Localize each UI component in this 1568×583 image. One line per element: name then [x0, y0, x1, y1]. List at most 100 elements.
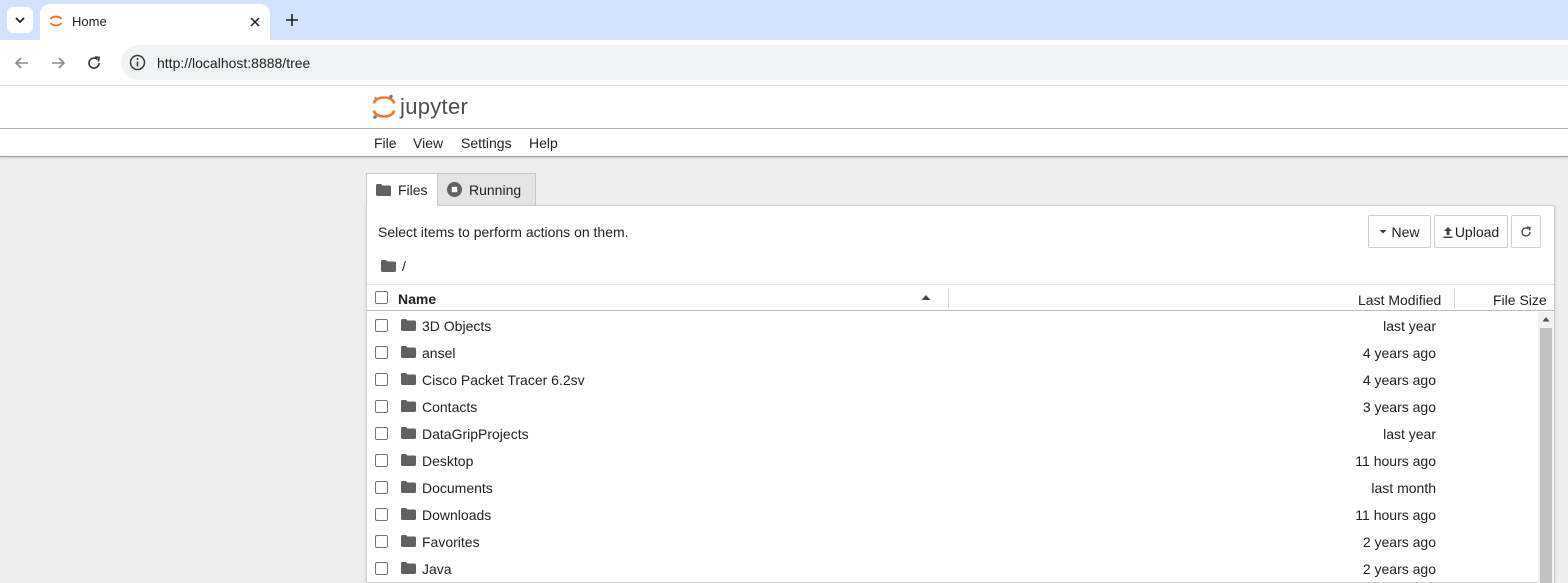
folder-icon	[401, 400, 416, 412]
folder-icon	[401, 373, 416, 385]
select-all-checkbox[interactable]	[375, 291, 388, 304]
address-bar[interactable]: http://localhost:8888/tree	[121, 45, 1568, 80]
file-name[interactable]: Documents	[422, 480, 493, 496]
info-icon[interactable]	[129, 54, 146, 71]
file-modified: 11 hours ago	[1355, 507, 1436, 523]
back-button[interactable]	[10, 51, 34, 75]
file-modified: last year	[1383, 318, 1436, 334]
file-name[interactable]: Downloads	[422, 507, 491, 523]
url-text: http://localhost:8888/tree	[157, 55, 311, 71]
folder-icon	[401, 562, 416, 574]
browser-tabstrip: Home	[0, 0, 1568, 40]
jupyter-favicon-icon	[49, 15, 63, 27]
folder-icon	[401, 427, 416, 439]
tab-title: Home	[72, 14, 107, 29]
column-file-size[interactable]: File Size	[1493, 292, 1547, 308]
plus-icon	[286, 14, 298, 26]
arrow-left-icon	[14, 57, 28, 69]
upload-icon	[1443, 226, 1453, 238]
file-modified: last year	[1383, 426, 1436, 442]
menu-help[interactable]: Help	[529, 135, 558, 151]
menubar: File View Settings Help	[0, 129, 1568, 157]
jupyter-header: jupyter	[0, 86, 1568, 129]
tab-files-label: Files	[398, 182, 428, 198]
column-divider[interactable]	[1454, 288, 1455, 308]
file-row[interactable]: Desktop 11 hours ago	[367, 447, 1537, 474]
file-name[interactable]: Desktop	[422, 453, 473, 469]
folder-icon	[401, 481, 416, 493]
jupyter-logo-icon	[372, 94, 396, 119]
column-name[interactable]: Name	[398, 291, 436, 307]
sort-up-icon[interactable]	[921, 294, 931, 301]
caret-down-icon	[1379, 229, 1387, 233]
folder-icon	[401, 535, 416, 547]
file-row[interactable]: Contacts 3 years ago	[367, 393, 1537, 420]
refresh-icon	[1521, 225, 1531, 237]
file-modified: 4 years ago	[1362, 372, 1436, 388]
new-button-label: New	[1391, 223, 1420, 240]
file-row[interactable]: 3D Objects last year	[367, 312, 1537, 339]
tab-close-button[interactable]	[246, 13, 264, 31]
table-header: Name Last Modified File Size	[367, 284, 1554, 311]
row-checkbox[interactable]	[375, 346, 388, 359]
file-name[interactable]: Favorites	[422, 534, 480, 550]
chevron-down-icon	[15, 17, 25, 24]
refresh-button[interactable]	[1511, 215, 1541, 248]
new-tab-button[interactable]	[281, 9, 303, 31]
file-modified: 11 hours ago	[1355, 453, 1436, 469]
folder-icon	[401, 508, 416, 520]
file-row[interactable]: DataGripProjects last year	[367, 420, 1537, 447]
row-checkbox[interactable]	[375, 454, 388, 467]
stop-circle-icon	[447, 182, 462, 197]
row-checkbox[interactable]	[375, 562, 388, 575]
row-checkbox[interactable]	[375, 535, 388, 548]
folder-icon[interactable]	[381, 260, 396, 272]
row-checkbox[interactable]	[375, 508, 388, 521]
file-modified: last month	[1371, 480, 1436, 496]
row-checkbox[interactable]	[375, 400, 388, 413]
file-row[interactable]: Downloads 11 hours ago	[367, 501, 1537, 528]
row-checkbox[interactable]	[375, 319, 388, 332]
scrollbar-thumb[interactable]	[1540, 328, 1552, 583]
file-row[interactable]: Documents last month	[367, 474, 1537, 501]
file-name[interactable]: Cisco Packet Tracer 6.2sv	[422, 372, 585, 388]
breadcrumb-root[interactable]: /	[402, 258, 406, 274]
file-row[interactable]: Java 2 years ago	[367, 555, 1537, 582]
tab-files[interactable]: Files	[366, 173, 438, 206]
reload-button[interactable]	[82, 51, 106, 75]
tab-running[interactable]: Running	[437, 173, 536, 205]
file-name[interactable]: ansel	[422, 345, 455, 361]
file-row[interactable]: Favorites 2 years ago	[367, 528, 1537, 555]
forward-button[interactable]	[46, 51, 70, 75]
file-row[interactable]: ansel 4 years ago	[367, 339, 1537, 366]
file-browser-panel: Select items to perform actions on them.…	[366, 205, 1555, 583]
close-icon	[250, 17, 260, 27]
row-checkbox[interactable]	[375, 481, 388, 494]
arrow-right-icon	[52, 57, 66, 69]
browser-tab-home[interactable]: Home	[40, 4, 270, 40]
column-divider[interactable]	[948, 288, 949, 308]
vertical-scrollbar[interactable]	[1538, 312, 1554, 583]
menu-settings[interactable]: Settings	[461, 135, 512, 151]
file-name[interactable]: DataGripProjects	[422, 426, 529, 442]
menu-view[interactable]: View	[413, 135, 443, 151]
row-checkbox[interactable]	[375, 427, 388, 440]
tab-running-label: Running	[469, 181, 522, 198]
jupyter-logo[interactable]: jupyter	[372, 94, 468, 120]
column-last-modified[interactable]: Last Modified	[1358, 292, 1441, 308]
file-modified: 3 years ago	[1362, 399, 1436, 415]
file-name[interactable]: Contacts	[422, 399, 477, 415]
row-checkbox[interactable]	[375, 373, 388, 386]
breadcrumb: /	[381, 258, 406, 274]
file-name[interactable]: Java	[422, 561, 452, 577]
tab-search-button[interactable]	[7, 7, 33, 33]
upload-button[interactable]: Upload	[1434, 215, 1508, 248]
browser-toolbar: http://localhost:8888/tree	[0, 40, 1568, 86]
menu-file[interactable]: File	[374, 135, 397, 151]
new-button[interactable]: New	[1368, 215, 1431, 248]
folder-icon	[401, 346, 416, 358]
upload-button-label: Upload	[1454, 223, 1500, 240]
scroll-up-arrow-icon[interactable]	[1542, 316, 1550, 322]
file-row[interactable]: Cisco Packet Tracer 6.2sv 4 years ago	[367, 366, 1537, 393]
file-name[interactable]: 3D Objects	[422, 318, 491, 334]
